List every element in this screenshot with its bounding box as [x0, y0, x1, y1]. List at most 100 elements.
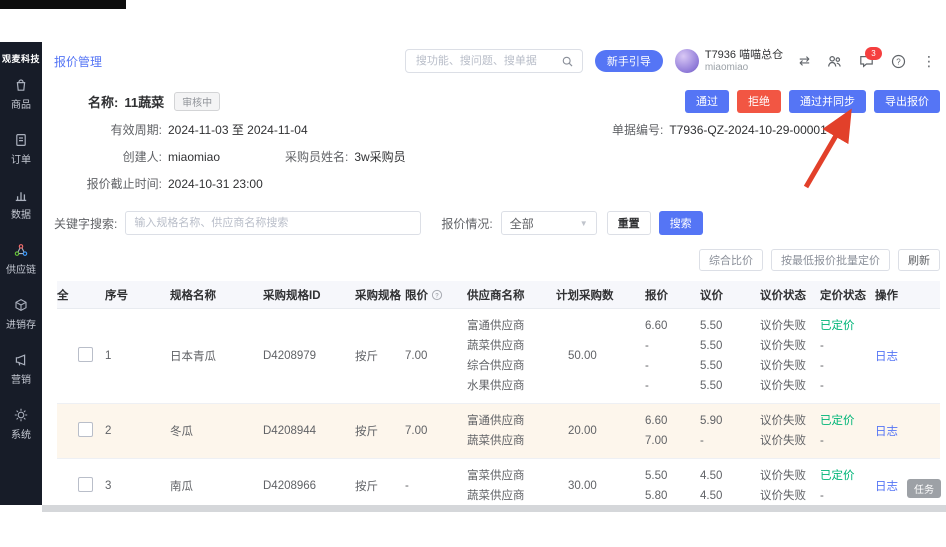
- reject-button[interactable]: 拒绝: [737, 90, 781, 113]
- sidebar-item-goods[interactable]: 商品: [11, 77, 31, 111]
- supplier-bargain: 5.50: [700, 356, 760, 376]
- sidebar-item-data[interactable]: 数据: [11, 187, 31, 221]
- row-spec-name: 冬瓜: [170, 423, 263, 439]
- row-checkbox[interactable]: [78, 347, 93, 362]
- column-header-label: 序号: [105, 287, 128, 303]
- gear-icon: [13, 407, 29, 423]
- quote-name-label: 名称:: [88, 92, 118, 111]
- supplier-values-row: 6.605.50议价失败已定价: [645, 316, 875, 336]
- search-icon[interactable]: [561, 55, 574, 68]
- screen: 观麦科技 商品 订单 数据 供应链 进销存 营销 系统 报价管理: [0, 0, 946, 547]
- price-status: -: [820, 356, 875, 376]
- row-price-limit: 7.00: [405, 350, 467, 362]
- main-area: 报价管理 新手引导 T7936 喵喵总仓 miaomiao ⇄: [42, 42, 946, 505]
- row-plan-qty: 30.00: [556, 480, 645, 492]
- row-checkbox[interactable]: [78, 477, 93, 492]
- search-button[interactable]: 搜索: [659, 211, 703, 235]
- keyword-input[interactable]: [125, 211, 421, 235]
- column-header-0: 全: [57, 287, 78, 303]
- supplier-name: 综合供应商: [467, 356, 556, 376]
- contacts-icon[interactable]: [826, 53, 843, 70]
- row-plan-qty: 20.00: [556, 425, 645, 437]
- batch-price-button[interactable]: 按最低报价批量定价: [771, 249, 890, 271]
- bargain-status: 议价失败: [760, 486, 820, 505]
- log-link[interactable]: 日志: [875, 351, 898, 363]
- keyword-label: 关键字搜索:: [54, 215, 117, 232]
- sidebar-item-orders[interactable]: 订单: [11, 132, 31, 166]
- supplier-quote: 6.60: [645, 411, 700, 431]
- sidebar-item-marketing[interactable]: 营销: [11, 352, 31, 386]
- supplier-values-list: 5.504.50议价失败已定价5.804.50议价失败-: [645, 466, 875, 505]
- row-index: 2: [105, 425, 170, 437]
- column-header-7: 供应商名称: [467, 287, 556, 303]
- column-header-6: 限价?: [405, 287, 467, 303]
- row-plan-qty: 50.00: [556, 350, 645, 362]
- table-header-row: 全序号规格名称采购规格ID采购规格限价?供应商名称计划采购数报价议价议价状态定价…: [57, 281, 940, 309]
- account-subname: miaomiao: [705, 62, 783, 73]
- title-actions: 通过 拒绝 通过并同步 导出报价: [685, 90, 940, 113]
- messages-icon[interactable]: 3: [858, 53, 875, 70]
- inventory-icon: [13, 297, 29, 313]
- log-link[interactable]: 日志: [875, 426, 898, 438]
- row-checkbox[interactable]: [78, 422, 93, 437]
- column-header-10: 议价: [700, 287, 760, 303]
- supplier-name-list: 富通供应商蔬菜供应商: [467, 411, 556, 451]
- sidebar-item-system[interactable]: 系统: [11, 407, 31, 441]
- notification-badge: 3: [865, 47, 882, 60]
- supplier-name: 富通供应商: [467, 411, 556, 431]
- switch-account-icon[interactable]: ⇄: [799, 53, 810, 69]
- help-icon[interactable]: ?: [890, 53, 907, 70]
- row-spec-name: 南瓜: [170, 478, 263, 494]
- column-header-label: 议价: [700, 287, 723, 303]
- breadcrumb[interactable]: 报价管理: [54, 53, 102, 70]
- sidebar-item-inventory[interactable]: 进销存: [6, 297, 36, 331]
- export-quote-button[interactable]: 导出报价: [874, 90, 940, 113]
- avatar[interactable]: [675, 49, 699, 73]
- compare-button[interactable]: 综合比价: [699, 249, 763, 271]
- bargain-status: 议价失败: [760, 466, 820, 486]
- column-header-label: 计划采购数: [556, 287, 614, 303]
- price-status: -: [820, 486, 875, 505]
- sidebar-item-label: 商品: [11, 96, 31, 111]
- sidebar-item-supply[interactable]: 供应链: [6, 242, 36, 276]
- supplier-values-row: -5.50议价失败-: [645, 356, 875, 376]
- row-spec-id: D4208979: [263, 350, 355, 362]
- more-menu-icon[interactable]: ⋮: [922, 53, 932, 70]
- bargain-status: 议价失败: [760, 411, 820, 431]
- refresh-button[interactable]: 刷新: [898, 249, 940, 271]
- quote-title-row: 名称: 11蔬菜 审核中 通过 拒绝 通过并同步 导出报价: [54, 88, 940, 114]
- supplier-quote: 6.60: [645, 316, 700, 336]
- pass-button[interactable]: 通过: [685, 90, 729, 113]
- sidebar-item-label: 营销: [11, 371, 31, 386]
- horizontal-scrollbar[interactable]: [42, 505, 946, 512]
- filter-row: 关键字搜索: 报价情况: 全部 ▼ 重置 搜索: [54, 211, 940, 235]
- price-status: -: [820, 336, 875, 356]
- log-link[interactable]: 日志: [875, 481, 898, 493]
- price-status: 已定价: [820, 466, 875, 486]
- goods-icon: [13, 77, 29, 93]
- deadline-label: 报价截止时间:: [54, 175, 162, 192]
- tasks-floating-tab[interactable]: 任务: [907, 479, 941, 498]
- account-block: T7936 喵喵总仓 miaomiao: [675, 49, 783, 73]
- svg-text:?: ?: [896, 57, 901, 66]
- sidebar-item-label: 供应链: [6, 261, 36, 276]
- period-value: 2024-11-03 至 2024-11-04: [168, 121, 308, 138]
- quote-table: 全序号规格名称采购规格ID采购规格限价?供应商名称计划采购数报价议价议价状态定价…: [57, 281, 940, 505]
- pass-and-sync-button[interactable]: 通过并同步: [789, 90, 866, 113]
- app-window: 观麦科技 商品 订单 数据 供应链 进销存 营销 系统 报价管理: [0, 42, 946, 505]
- supplier-bargain: 5.50: [700, 376, 760, 396]
- quote-status-select[interactable]: 全部 ▼: [501, 211, 597, 235]
- field-row-deadline: 报价截止时间: 2024-10-31 23:00: [54, 170, 940, 197]
- newbie-guide-button[interactable]: 新手引导: [595, 50, 663, 72]
- quote-name-value: 11蔬菜: [124, 92, 164, 111]
- supplier-values-row: 5.804.50议价失败-: [645, 486, 875, 505]
- reset-button[interactable]: 重置: [607, 211, 651, 235]
- supplier-quote: 5.50: [645, 466, 700, 486]
- supplier-quote: -: [645, 336, 700, 356]
- table-row: 3南瓜D4208966按斤-富菜供应商蔬菜供应商30.005.504.50议价失…: [57, 459, 940, 505]
- account-name: T7936 喵喵总仓: [705, 49, 783, 61]
- row-index: 1: [105, 350, 170, 362]
- info-icon[interactable]: ?: [431, 289, 443, 301]
- supplier-values-row: -5.50议价失败-: [645, 376, 875, 396]
- global-search-input[interactable]: [414, 54, 555, 68]
